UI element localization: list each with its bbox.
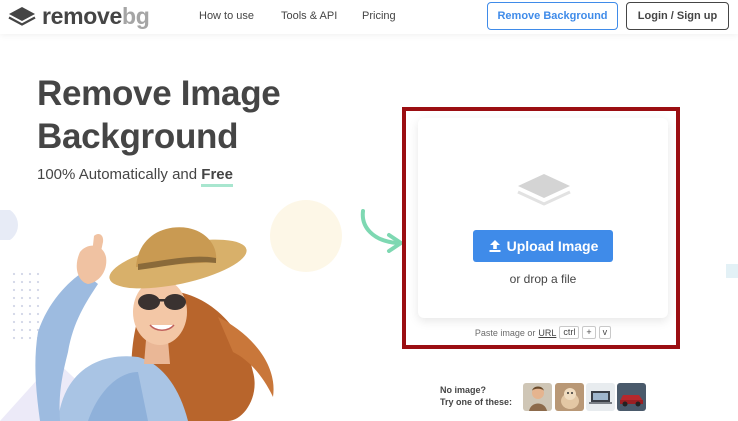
decor-square [726,264,738,278]
logo-text: removebg [42,3,150,29]
decor-half-circle [0,210,18,240]
nav-tools-api[interactable]: Tools & API [281,10,337,22]
top-navbar: removebg How to use Tools & API Pricing … [0,0,738,34]
sample-animal-thumb[interactable] [555,383,584,411]
curved-arrow-icon [360,209,403,253]
remove-background-button[interactable]: Remove Background [487,2,618,30]
page-title: Remove Image Background [37,72,281,158]
subtitle-free: Free [201,166,233,187]
subtitle-text: 100% Automatically and [37,166,198,183]
highlight-box [402,107,680,349]
login-signup-button[interactable]: Login / Sign up [626,2,729,30]
logo-icon [8,7,36,26]
sample-car-thumb[interactable] [617,383,646,411]
sample-product-thumb[interactable] [586,383,615,411]
samples-label-line-1: No image? [440,385,487,395]
sample-person-thumb[interactable] [523,383,552,411]
nav-pricing[interactable]: Pricing [362,10,396,22]
samples-label-line-2: Try one of these: [440,397,513,407]
title-line-2: Background [37,117,239,156]
nav-how-to-use[interactable]: How to use [199,10,254,22]
hero-woman-image [35,227,274,421]
page-subtitle: 100% Automatically and Free [37,166,233,187]
title-line-1: Remove Image [37,74,281,113]
logo[interactable]: removebg [7,4,150,28]
samples-label: No image? Try one of these: [440,384,512,408]
